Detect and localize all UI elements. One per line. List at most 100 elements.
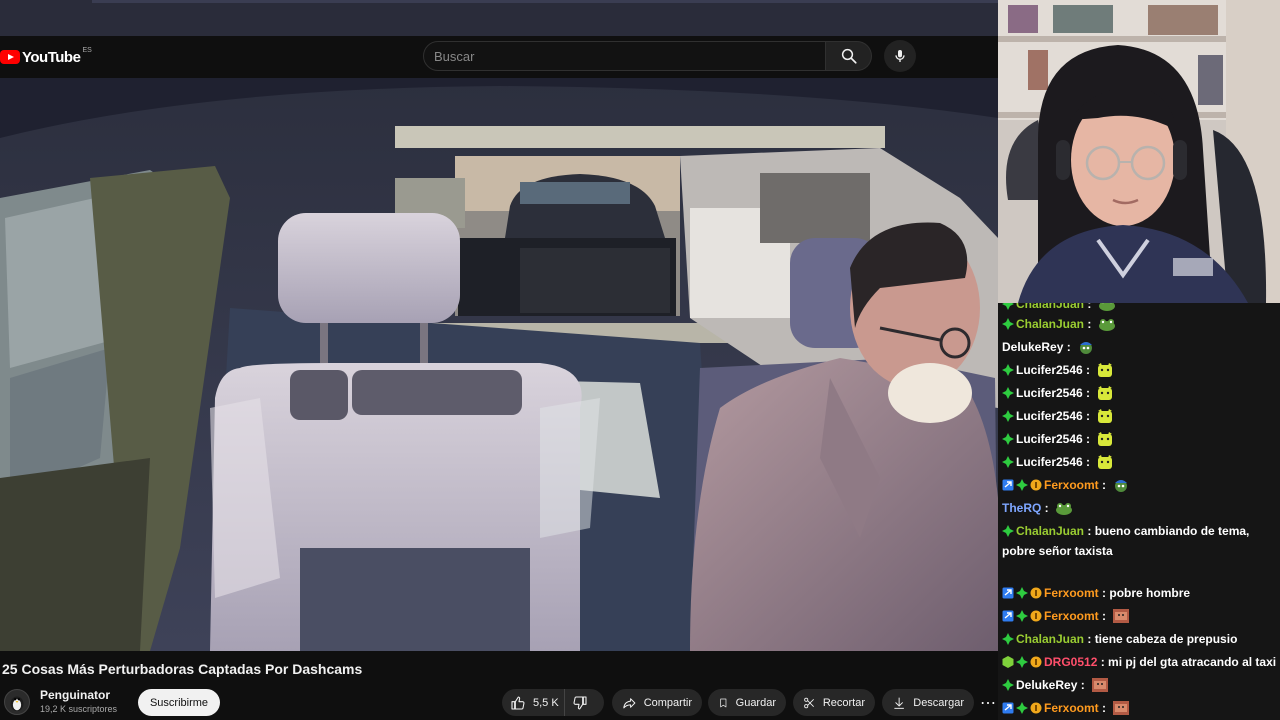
chat-separator: :	[1098, 586, 1110, 600]
share-icon	[623, 697, 636, 708]
clip-button[interactable]: Recortar	[793, 689, 875, 716]
chat-username[interactable]: Ferxoomt	[1044, 701, 1099, 715]
microphone-icon	[895, 50, 905, 62]
gem-green-badge-icon	[1002, 432, 1014, 450]
pepe-blue-emote-icon	[1077, 340, 1095, 354]
voice-search-button[interactable]	[884, 40, 916, 72]
penguin-avatar-icon	[10, 696, 24, 712]
chat-username[interactable]: Lucifer2546	[1016, 363, 1083, 377]
chat-separator: :	[1097, 655, 1109, 669]
download-label: Descargar	[913, 696, 964, 709]
cat-yellow-emote-icon	[1096, 455, 1114, 469]
face-red-emote-icon	[1091, 678, 1109, 692]
search-box[interactable]	[423, 41, 826, 71]
chat-separator: :	[1098, 701, 1110, 715]
chat-panel: ChalanJuan : ChalanJuan : DelukeRey : Lu…	[998, 303, 1280, 720]
webcam-frame	[998, 0, 1280, 303]
channel-avatar[interactable]	[4, 689, 30, 715]
chat-separator: :	[1063, 340, 1075, 354]
video-frame	[0, 78, 998, 651]
pepe-blue-emote-icon	[1112, 478, 1130, 492]
chat-username[interactable]: DelukeRey	[1002, 340, 1063, 354]
gem-green-badge-icon	[1002, 524, 1014, 542]
coin-orange-badge-icon	[1030, 609, 1042, 627]
youtube-logo[interactable]: YouTube ES	[0, 46, 92, 68]
download-button[interactable]: Descargar	[882, 689, 974, 716]
chat-username[interactable]: TheRQ	[1002, 501, 1041, 515]
dislike-button[interactable]	[564, 689, 602, 716]
gem-green-badge-icon	[1002, 678, 1014, 696]
chat-username[interactable]: Lucifer2546	[1016, 386, 1083, 400]
chat-message: Lucifer2546 :	[1002, 361, 1278, 381]
search-button[interactable]	[826, 41, 872, 71]
gem-green-badge-icon	[1002, 409, 1014, 427]
like-button[interactable]: 5,5 K	[502, 689, 564, 716]
chat-message: ChalanJuan :	[1002, 315, 1278, 335]
like-count: 5,5 K	[533, 696, 559, 709]
chat-username[interactable]: Ferxoomt	[1044, 586, 1099, 600]
chat-separator: :	[1098, 478, 1110, 492]
coin-orange-badge-icon	[1030, 701, 1042, 719]
youtube-wordmark: YouTube	[22, 48, 81, 66]
gem-green-badge-icon	[1002, 363, 1014, 381]
gem-green-badge-icon	[1002, 455, 1014, 473]
subscribe-button[interactable]: Suscribirme	[138, 689, 220, 716]
chat-username[interactable]: Ferxoomt	[1044, 478, 1099, 492]
subscriber-count: 19,2 K suscriptores	[40, 704, 118, 714]
chat-separator: :	[1084, 317, 1095, 331]
cube-green-badge-icon	[1002, 655, 1014, 673]
clip-label: Recortar	[822, 696, 865, 709]
chat-message: Lucifer2546 :	[1002, 453, 1278, 473]
coin-orange-badge-icon	[1030, 586, 1042, 604]
prime-blue-badge-icon	[1002, 586, 1014, 604]
scissors-icon	[804, 697, 814, 708]
chat-username[interactable]: Lucifer2546	[1016, 409, 1083, 423]
chat-username[interactable]: Lucifer2546	[1016, 455, 1083, 469]
chat-message: ChalanJuan : bueno cambiando de tema, po…	[1002, 522, 1278, 560]
more-icon: ⋯	[980, 694, 996, 712]
more-actions-button[interactable]: ⋯	[980, 689, 998, 716]
gem-green-badge-icon	[1016, 609, 1028, 627]
chat-username[interactable]: Ferxoomt	[1044, 609, 1099, 623]
cat-yellow-emote-icon	[1096, 386, 1114, 400]
chat-username[interactable]: DRG0512	[1044, 655, 1097, 669]
channel-info[interactable]: Penguinator 19,2 K suscriptores	[4, 687, 117, 717]
chat-message: Lucifer2546 :	[1002, 430, 1278, 450]
chat-message: Ferxoomt :	[1002, 476, 1278, 496]
video-title: 25 Cosas Más Perturbadoras Captadas Por …	[2, 661, 363, 677]
gem-green-badge-icon	[1002, 632, 1014, 650]
chat-username[interactable]: Lucifer2546	[1016, 432, 1083, 446]
frog-emote-icon	[1098, 317, 1116, 331]
cat-yellow-emote-icon	[1096, 432, 1114, 446]
youtube-window: YouTube ES Buscar 25 Cosas Más Perturbad…	[0, 0, 998, 720]
chat-message: Ferxoomt :	[1002, 699, 1278, 719]
chat-separator: :	[1082, 386, 1094, 400]
share-label: Compartir	[643, 696, 692, 709]
download-icon	[894, 697, 904, 709]
cat-yellow-emote-icon	[1096, 409, 1114, 423]
chat-username[interactable]: ChalanJuan	[1016, 317, 1084, 331]
chat-username[interactable]: ChalanJuan	[1016, 524, 1084, 538]
chat-message: DRG0512 : mi pj del gta atracando al tax…	[1002, 653, 1278, 673]
chat-message: DelukeRey :	[1002, 676, 1278, 696]
face-red-emote-icon	[1112, 609, 1130, 623]
chat-separator: :	[1077, 678, 1089, 692]
video-player[interactable]	[0, 78, 998, 651]
chat-username[interactable]: ChalanJuan	[1016, 632, 1084, 646]
chat-separator: :	[1084, 632, 1095, 646]
chat-message: Lucifer2546 :	[1002, 407, 1278, 427]
share-button[interactable]: Compartir	[612, 689, 702, 716]
gem-green-badge-icon	[1016, 655, 1028, 673]
chat-username[interactable]: DelukeRey	[1016, 678, 1077, 692]
prime-blue-badge-icon	[1002, 478, 1014, 496]
youtube-header: YouTube ES	[0, 36, 998, 78]
gem-green-badge-icon	[1016, 478, 1028, 496]
chat-message: Ferxoomt :	[1002, 607, 1278, 627]
chat-username[interactable]: ChalanJuan	[1016, 303, 1084, 311]
chat-message: DelukeRey :	[1002, 338, 1278, 356]
search-input[interactable]	[434, 48, 825, 64]
frog-emote-icon	[1098, 303, 1116, 311]
save-button[interactable]: Guardar	[708, 689, 786, 716]
channel-name[interactable]: Penguinator	[40, 688, 117, 702]
chat-message: TheRQ :	[1002, 499, 1278, 517]
